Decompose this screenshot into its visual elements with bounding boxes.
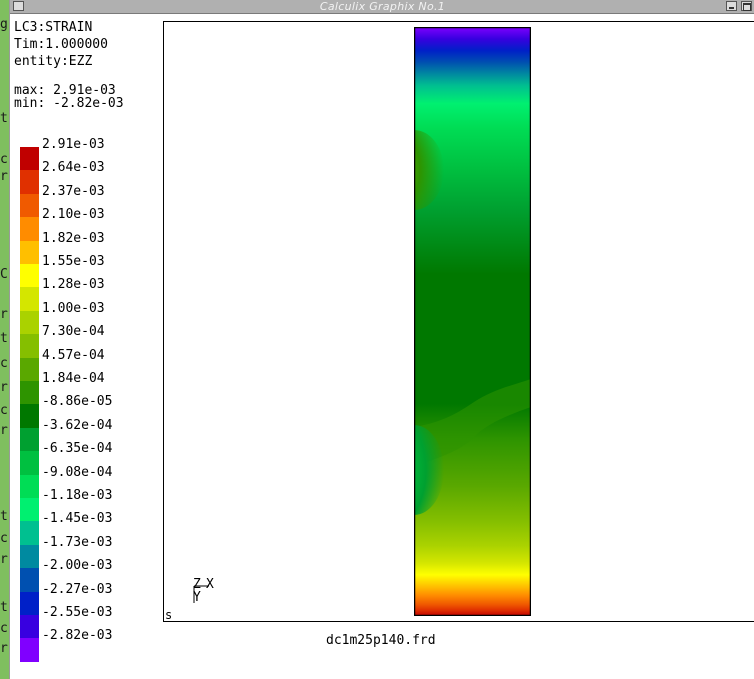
entity-label: entity:EZZ [14, 54, 93, 69]
legend-value-label: -1.73e-03 [42, 534, 113, 550]
desktop-glyph: r [0, 552, 8, 567]
legend-swatch [20, 217, 39, 242]
legend-swatch [20, 357, 39, 382]
desktop-glyph: r [0, 307, 8, 322]
legend-value-label: 2.64e-03 [42, 160, 105, 176]
legend-swatch [20, 544, 39, 569]
filename-label: dc1m25p140.frd [326, 633, 436, 648]
legend-swatch [20, 264, 39, 288]
viewport-corner-label: s [165, 608, 173, 622]
legend-swatch [20, 451, 39, 476]
legend-swatch [20, 474, 39, 499]
legend-swatch [20, 427, 39, 452]
desktop-glyph: t [0, 509, 8, 524]
legend-value-label: 4.57e-04 [42, 347, 105, 363]
graphics-viewport[interactable]: Z X Y s [163, 21, 754, 622]
minimize-button[interactable] [726, 1, 737, 11]
calculix-window: Calculix Graphix No.1 LC3:STRAIN Tim:1.0… [9, 0, 754, 679]
legend-value-label: -3.62e-04 [42, 417, 113, 433]
legend-swatch [20, 381, 39, 405]
legend-swatch [20, 521, 39, 546]
legend-value-label: 1.84e-04 [42, 371, 105, 386]
legend-value-label: -2.55e-03 [42, 605, 113, 620]
legend-swatch [20, 498, 39, 522]
desktop-glyph: c [0, 403, 8, 418]
legend-value-label: 1.55e-03 [42, 254, 105, 269]
desktop-glyph: t [0, 111, 8, 126]
axis-triad-icon [193, 585, 209, 603]
desktop-glyph: r [0, 641, 8, 656]
loadcase-label: LC3:STRAIN [14, 20, 93, 35]
desktop-glyph: c [0, 531, 8, 546]
desktop-glyph: r [0, 380, 8, 395]
legend-value-label: -2.27e-03 [42, 581, 113, 597]
legend-value-label: 2.10e-03 [42, 207, 105, 223]
legend-swatch [20, 287, 39, 312]
legend-value-label: -2.00e-03 [42, 558, 113, 574]
legend-swatch [20, 193, 39, 218]
legend-value-label: 1.28e-03 [42, 277, 105, 293]
window-title: Calculix Graphix No.1 [319, 0, 446, 13]
ezz-strain-contour-plot [414, 27, 531, 616]
legend-value-label: -1.18e-03 [42, 488, 113, 503]
legend-value-label: 7.30e-04 [42, 324, 105, 340]
legend-swatch [20, 147, 39, 171]
legend-value-label: -6.35e-04 [42, 441, 113, 457]
legend-value-label: -9.08e-04 [42, 464, 113, 480]
legend-value-label: 1.82e-03 [42, 230, 105, 246]
legend-swatch [20, 404, 39, 429]
legend-value-label: -8.86e-05 [42, 394, 113, 410]
desktop-glyph: t [0, 600, 8, 615]
legend-value-label: 2.37e-03 [42, 183, 105, 199]
time-label: Tim:1.000000 [14, 37, 108, 52]
title-bar[interactable]: Calculix Graphix No.1 [10, 0, 754, 14]
legend-swatch [20, 170, 39, 195]
legend-swatch [20, 240, 39, 265]
desktop-glyph: r [0, 169, 8, 184]
legend-value-label: 2.91e-03 [42, 137, 105, 152]
legend-swatch [20, 638, 39, 663]
desktop-glyph: g [0, 17, 8, 32]
desktop-glyph: c [0, 621, 8, 636]
legend-swatch [20, 591, 39, 616]
min-label: min: -2.82e-03 [14, 96, 124, 111]
legend-value-label: 1.00e-03 [42, 300, 105, 316]
desktop-glyph: t [0, 331, 8, 346]
legend-value-label: -1.45e-03 [42, 511, 113, 527]
desktop-glyph: c [0, 356, 8, 371]
legend-swatch [20, 615, 39, 639]
maximize-button[interactable] [741, 1, 752, 11]
desktop-glyph: C [0, 267, 8, 282]
legend-swatch [20, 568, 39, 593]
desktop-glyph: r [0, 423, 8, 438]
legend-swatch [20, 310, 39, 335]
desktop-glyph: c [0, 152, 8, 167]
legend-value-label: -2.82e-03 [42, 628, 113, 644]
legend-swatch [20, 334, 39, 359]
